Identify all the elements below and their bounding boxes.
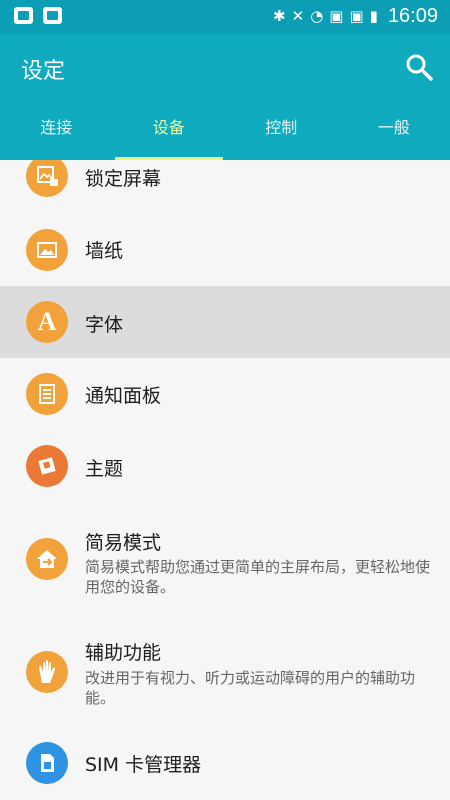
list-item-description: 简易模式帮助您通过更简单的主屏布局，更轻松地使用您的设备。 — [85, 558, 431, 596]
list-item-easy-mode[interactable]: 简易模式 简易模式帮助您通过更简单的主屏布局，更轻松地使用您的设备。 — [0, 502, 450, 612]
list-item-wallpaper[interactable]: 墙纸 — [0, 214, 450, 286]
mute-icon: ✕ — [291, 7, 305, 25]
list-item-label: 辅助功能 — [85, 642, 162, 664]
list-item-font[interactable]: A 字体 — [0, 286, 450, 358]
list-item-theme[interactable]: 主题 — [0, 430, 450, 502]
lock-screen-icon — [26, 160, 68, 197]
tab-bar: 连接 设备 控制 一般 — [0, 110, 450, 160]
list-item-notification-panel[interactable]: 通知面板 — [0, 358, 450, 430]
list-item-label: 墙纸 — [85, 240, 124, 262]
tab-connections[interactable]: 连接 — [0, 110, 113, 160]
font-icon: A — [26, 301, 68, 343]
tab-device[interactable]: 设备 — [113, 110, 226, 160]
tab-label: 设备 — [152, 118, 185, 137]
search-button[interactable] — [404, 52, 434, 82]
notification-panel-icon — [26, 373, 68, 415]
status-time: 16:09 — [387, 4, 438, 27]
search-box-icon — [43, 7, 62, 24]
settings-list: 锁定屏幕 墙纸 A 字体 通知面板 主题 简易模式 简易模式帮助您通过更简单的主… — [0, 160, 450, 800]
tab-label: 连接 — [40, 118, 73, 137]
tab-label: 控制 — [265, 118, 298, 137]
list-item-label: SIM 卡管理器 — [85, 754, 202, 776]
easy-mode-icon — [26, 538, 68, 580]
tab-general[interactable]: 一般 — [338, 110, 450, 160]
battery-icon: ▮ — [369, 7, 378, 25]
tab-label: 一般 — [377, 118, 410, 137]
wallpaper-icon — [26, 229, 68, 271]
list-item-label: 字体 — [85, 314, 124, 336]
list-item-sim-manager[interactable]: SIM 卡管理器 — [0, 730, 450, 800]
sim2-icon: ▣ — [349, 7, 364, 25]
page-title: 设定 — [21, 59, 66, 84]
list-item-label: 主题 — [85, 458, 124, 480]
bluetooth-icon: ✱ — [273, 7, 286, 25]
list-item-label: 简易模式 — [85, 532, 162, 554]
list-item-accessibility[interactable]: 辅助功能 改进用于有视力、听力或运动障碍的用户的辅助功能。 — [0, 612, 450, 730]
tab-controls[interactable]: 控制 — [225, 110, 338, 160]
search-icon — [406, 54, 433, 81]
sim1-icon: ▣ — [329, 7, 344, 25]
upload-box-icon — [14, 7, 33, 24]
theme-icon — [26, 445, 68, 487]
sim-manager-icon — [26, 742, 68, 784]
list-item-description: 改进用于有视力、听力或运动障碍的用户的辅助功能。 — [85, 669, 416, 707]
status-bar: ✱ ✕ ◔ ▣ ▣ ▮ 16:09 — [0, 0, 450, 34]
list-item-label: 锁定屏幕 — [85, 168, 162, 190]
list-item-lock-screen[interactable]: 锁定屏幕 — [0, 160, 450, 214]
list-item-label: 通知面板 — [85, 385, 162, 407]
wifi-icon: ◔ — [310, 7, 324, 25]
accessibility-icon — [26, 651, 68, 693]
app-bar: 设定 连接 设备 控制 一般 — [0, 34, 450, 160]
